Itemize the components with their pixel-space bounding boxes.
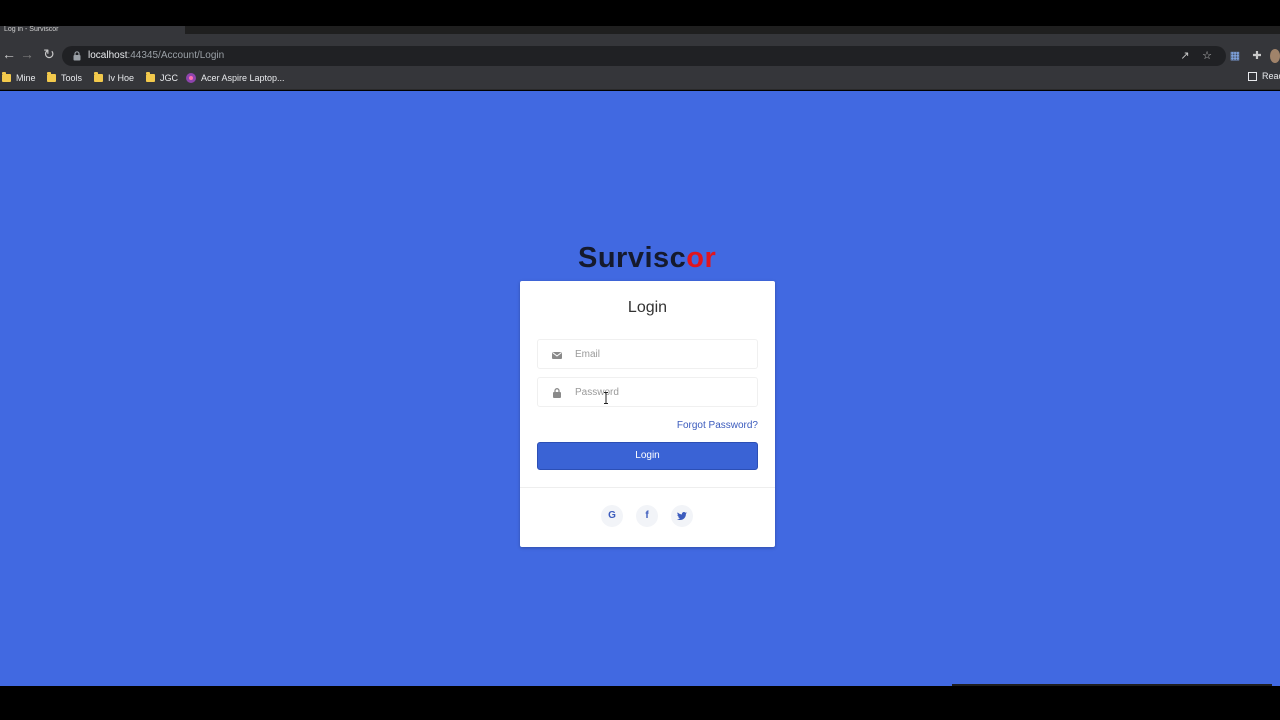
back-icon[interactable]: ← xyxy=(0,45,18,63)
folder-icon xyxy=(47,72,56,82)
bookmark-label: Tools xyxy=(61,73,83,83)
site-favicon-icon xyxy=(186,73,196,83)
lock-icon xyxy=(553,388,561,398)
tab-strip xyxy=(0,26,1280,34)
envelope-icon xyxy=(552,352,562,359)
logo-text-end: r xyxy=(704,242,717,274)
divider xyxy=(520,487,775,488)
url-path: :44345/Account/Login xyxy=(127,50,225,61)
bookmark-label: Acer Aspire Laptop... xyxy=(201,73,285,83)
folder-icon xyxy=(94,72,103,82)
bookmark-mine[interactable]: Mine xyxy=(2,71,36,85)
folder-icon xyxy=(2,72,11,82)
login-button[interactable]: Login xyxy=(537,442,758,470)
bookmark-label: Iv Hoe xyxy=(108,73,135,83)
reload-icon[interactable]: ↻ xyxy=(40,45,58,63)
profile-avatar[interactable] xyxy=(1270,49,1280,63)
email-input[interactable] xyxy=(575,340,753,368)
bookmark-acer[interactable]: Acer Aspire Laptop... xyxy=(186,71,285,85)
address-bar[interactable] xyxy=(62,46,1226,66)
login-card: Login Forgot Password? Login G f xyxy=(520,281,775,547)
bookmark-jgc[interactable]: JGC xyxy=(146,71,178,85)
logo-text: Survisc xyxy=(578,242,687,274)
email-field-wrapper xyxy=(537,339,758,369)
bookmark-iv-hoe[interactable]: Iv Hoe xyxy=(94,71,134,85)
reading-list-label: Reac xyxy=(1262,71,1280,81)
forgot-password-link[interactable]: Forgot Password? xyxy=(677,420,758,431)
bookmark-label: JGC xyxy=(160,73,178,83)
google-icon: G xyxy=(608,510,616,521)
password-field-wrapper xyxy=(537,377,758,407)
bookmark-tools[interactable]: Tools xyxy=(47,71,82,85)
share-icon[interactable]: ↗ xyxy=(1178,49,1192,63)
reading-list-icon xyxy=(1248,71,1257,81)
browser-tab[interactable]: Log in - Surviscor xyxy=(0,26,185,34)
url-host: localhost xyxy=(88,50,128,61)
twitter-login-button[interactable] xyxy=(671,505,693,527)
logo-accent: o xyxy=(686,242,705,274)
forward-icon[interactable]: → xyxy=(18,45,36,63)
password-input[interactable] xyxy=(575,378,753,406)
letterbox-bottom xyxy=(0,686,1280,720)
facebook-login-button[interactable]: f xyxy=(636,505,658,527)
bookmark-label: Mine xyxy=(16,73,36,83)
taskbar-fragment xyxy=(952,684,1272,686)
lock-icon xyxy=(73,51,81,61)
star-icon[interactable]: ☆ xyxy=(1200,49,1214,63)
facebook-icon: f xyxy=(645,510,649,521)
folder-icon xyxy=(146,72,155,82)
brand-logo: Surviscor xyxy=(578,240,716,276)
text-cursor-icon xyxy=(604,392,608,404)
reading-list[interactable]: Reac xyxy=(1248,71,1280,81)
extensions-icon[interactable]: ✚ xyxy=(1250,49,1264,63)
url-text[interactable]: localhost:44345/Account/Login xyxy=(88,49,224,63)
twitter-icon xyxy=(677,512,687,520)
google-login-button[interactable]: G xyxy=(601,505,623,527)
page-title: Login xyxy=(627,299,668,316)
translate-icon[interactable]: ▦ xyxy=(1228,49,1242,63)
